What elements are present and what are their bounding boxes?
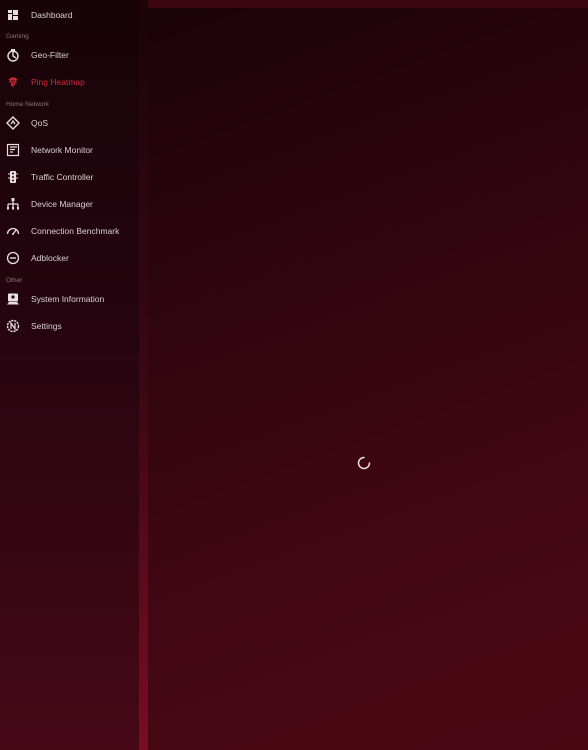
traffic-light-icon: [6, 170, 20, 184]
sidebar-item-label: Network Monitor: [31, 145, 93, 155]
sidebar-item-dashboard[interactable]: Dashboard: [0, 2, 139, 28]
network-monitor-icon: [6, 143, 20, 157]
geo-filter-icon: [6, 48, 20, 62]
sidebar-divider[interactable]: [139, 0, 148, 750]
sidebar-item-ping-heatmap[interactable]: Ping Heatmap: [0, 69, 139, 95]
sidebar-item-label: Adblocker: [31, 253, 69, 263]
sidebar-item-adblocker[interactable]: Adblocker: [0, 245, 139, 271]
sidebar-item-geo-filter[interactable]: Geo-Filter: [0, 42, 139, 68]
sidebar-item-qos[interactable]: QoS: [0, 110, 139, 136]
speedometer-icon: [6, 224, 20, 238]
sidebar-item-label: Dashboard: [31, 10, 73, 20]
sidebar-item-system-information[interactable]: System Information: [0, 286, 139, 312]
sidebar-item-label: Ping Heatmap: [31, 77, 85, 87]
loading-spinner-icon: [357, 456, 371, 470]
dashboard-icon: [6, 8, 20, 22]
sidebar-item-connection-benchmark[interactable]: Connection Benchmark: [0, 218, 139, 244]
sidebar-item-label: Traffic Controller: [31, 172, 94, 182]
device-tree-icon: [6, 197, 20, 211]
fingerprint-icon: [6, 75, 20, 89]
qos-icon: [6, 116, 20, 130]
top-bar: [148, 0, 588, 8]
settings-icon: [6, 319, 20, 333]
sidebar-item-label: Settings: [31, 321, 62, 331]
sidebar-item-traffic-controller[interactable]: Traffic Controller: [0, 164, 139, 190]
section-label-other: Other: [6, 277, 23, 284]
sidebar-item-label: QoS: [31, 118, 49, 128]
sidebar-item-device-manager[interactable]: Device Manager: [0, 191, 139, 217]
sidebar-item-label: Device Manager: [31, 199, 93, 209]
section-label-gaming: Gaming: [6, 33, 29, 40]
sidebar-item-network-monitor[interactable]: Network Monitor: [0, 137, 139, 163]
block-icon: [6, 251, 20, 265]
sidebar-item-label: Geo-Filter: [31, 50, 69, 60]
sidebar-item-label: System Information: [31, 294, 105, 304]
section-label-home-network: Home Network: [6, 101, 49, 108]
main-content: [148, 8, 588, 750]
system-info-icon: [6, 292, 20, 306]
sidebar-item-label: Connection Benchmark: [31, 226, 120, 236]
sidebar-item-settings[interactable]: Settings: [0, 313, 139, 339]
